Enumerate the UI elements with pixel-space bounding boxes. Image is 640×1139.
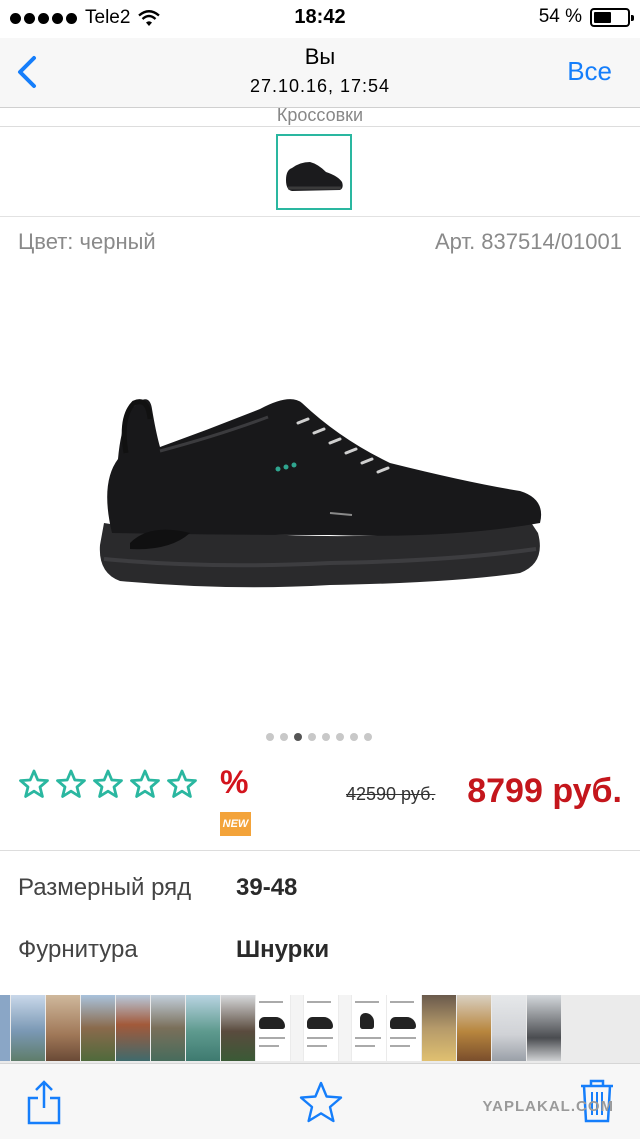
photo-thumbnail[interactable]: [527, 995, 561, 1061]
page-dot[interactable]: [294, 733, 302, 741]
nav-subtitle: 27.10.16, 17:54: [249, 76, 391, 96]
photo-thumbnail[interactable]: [46, 995, 80, 1061]
photo-thumbnail[interactable]: [151, 995, 185, 1061]
photo-thumbnail[interactable]: [492, 995, 526, 1061]
star-icon: [130, 769, 160, 798]
star-icon: [19, 769, 49, 798]
star-icon: [56, 769, 86, 798]
old-price: 42590 руб.: [346, 784, 436, 804]
photo-thumbnail[interactable]: [0, 995, 10, 1061]
photo-thumbnail[interactable]: [304, 995, 338, 1061]
page-dot[interactable]: [266, 733, 274, 741]
battery-level: [594, 11, 612, 23]
spec-label: Размерный ряд: [18, 874, 192, 901]
product-shoe-image: [99, 399, 542, 588]
spec-value: 39-48: [236, 874, 298, 901]
photo-thumbnail[interactable]: [116, 995, 150, 1061]
photo-content: Кроссовки Цвет: черный Арт. 837514/01001: [0, 108, 640, 995]
star-outline-icon[interactable]: [298, 1080, 344, 1124]
page-dot[interactable]: [322, 733, 330, 741]
rating-stars: [18, 768, 198, 800]
article-number: Арт. 837514/01001: [435, 229, 622, 254]
new-badge: NEW: [220, 812, 251, 836]
page-dot[interactable]: [280, 733, 288, 741]
watermark: YAPLAKAL.COM: [482, 1098, 614, 1115]
sale-price: 8799 руб.: [467, 772, 622, 810]
divider: [0, 126, 640, 127]
photo-thumbnail[interactable]: [339, 995, 351, 1061]
color-label: Цвет: черный: [18, 229, 156, 254]
star-icon: [93, 769, 123, 798]
photo-thumbnail[interactable]: [352, 995, 386, 1061]
gallery-page-indicator[interactable]: [266, 733, 372, 741]
photo-thumbnail[interactable]: [256, 995, 290, 1061]
nav-title: Вы: [304, 44, 336, 69]
photo-thumbnail[interactable]: [11, 995, 45, 1061]
page-dot[interactable]: [350, 733, 358, 741]
spec-value: Шнурки: [236, 936, 330, 963]
divider: [0, 850, 640, 851]
page-dot[interactable]: [308, 733, 316, 741]
navigation-bar: Вы 27.10.16, 17:54 Все: [0, 38, 640, 108]
spec-label: Фурнитура: [18, 936, 138, 963]
photo-thumbnail-strip[interactable]: [0, 995, 640, 1063]
product-thumbnail[interactable]: [276, 134, 352, 210]
photo-thumbnail[interactable]: [457, 995, 491, 1061]
page-dot[interactable]: [364, 733, 372, 741]
battery-percent: 54 %: [538, 6, 582, 27]
photo-thumbnail[interactable]: [81, 995, 115, 1061]
photo-thumbnail[interactable]: [291, 995, 303, 1061]
all-photos-button[interactable]: Все: [567, 56, 612, 87]
star-icon: [167, 769, 197, 798]
shoe-thumbnail-icon: [286, 162, 343, 191]
divider: [0, 216, 640, 217]
photo-thumbnail[interactable]: [422, 995, 456, 1061]
discount-symbol: %: [220, 764, 249, 800]
photo-thumbnail[interactable]: [186, 995, 220, 1061]
battery-icon: [590, 7, 634, 27]
category-title: Кроссовки: [276, 108, 364, 125]
status-bar: Tele2 18:42 54 %: [0, 0, 640, 38]
battery-group: 54 %: [538, 6, 634, 28]
photo-thumbnail[interactable]: [387, 995, 421, 1061]
photo-thumbnail[interactable]: [221, 995, 255, 1061]
page-dot[interactable]: [336, 733, 344, 741]
share-icon[interactable]: [26, 1078, 62, 1126]
